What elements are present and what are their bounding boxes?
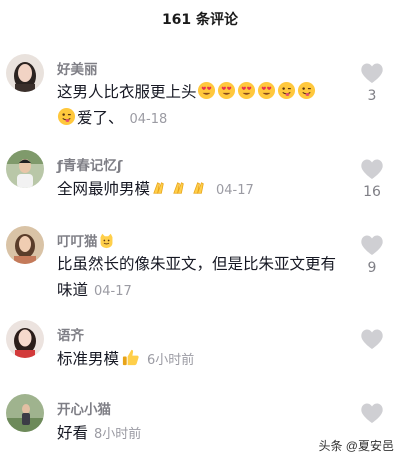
heart-eyes-emoji [217,81,236,100]
heart-icon [360,62,384,84]
comment-item: ƒ青春记忆ʃ 全网最帅男模 04-17 16 [0,148,400,212]
username-text: 叮叮猫 [57,234,98,250]
username[interactable]: 开心小猫 [57,398,111,418]
comment-item: 叮叮猫 比虽然长的像朱亚文，但是比朱亚文更有味道 04-17 9 [0,224,400,308]
wink-tongue-emoji [57,107,76,126]
heart-icon [360,158,384,180]
avatar[interactable] [6,320,44,358]
comments-count-title: 161 条评论 [161,12,239,28]
comment-text: 全网最帅男模 04-17 [57,176,347,204]
comment-date: 04-17 [216,183,254,198]
avatar[interactable] [6,150,44,188]
heart-icon [360,328,384,350]
clap-emoji [190,178,209,197]
like-button[interactable]: 16 [354,158,390,200]
avatar[interactable] [6,54,44,92]
like-button[interactable] [354,402,390,428]
comment-text: 比虽然长的像朱亚文，但是比朱亚文更有味道 04-17 [57,251,342,305]
username[interactable]: 语齐 [57,324,84,344]
heart-icon [360,402,384,424]
heart-eyes-emoji [257,81,276,100]
heart-icon [360,234,384,256]
username[interactable]: ƒ青春记忆ʃ [57,154,122,174]
cat-emoji [98,232,115,249]
comment-text: 标准男模 6小时前 [57,346,347,374]
comment-body: 这男人比衣服更上头 [57,83,197,101]
comment-date: 8小时前 [94,427,142,442]
like-count: 9 [367,260,377,276]
comment-body-continued: 爱了、 [77,109,124,127]
comment-body: 好看 [57,424,89,442]
clap-emoji [150,178,169,197]
wink-tongue-emoji [277,81,296,100]
avatar[interactable] [6,394,44,432]
comment-date: 04-17 [94,284,132,299]
avatar[interactable] [6,226,44,264]
comment-body: 标准男模 [57,350,120,368]
like-button[interactable] [354,328,390,354]
like-count: 16 [363,184,381,200]
thumbs-up-emoji [121,348,140,367]
username[interactable]: 好美丽 [57,58,98,78]
comment-date: 04-18 [129,112,168,127]
comments-header: 161 条评论 [0,0,400,38]
comment-body: 全网最帅男模 [57,180,151,198]
like-button[interactable]: 3 [354,62,390,104]
watermark: 头条 @夏安邑 [318,439,394,453]
wink-tongue-emoji [297,81,316,100]
comment-item: 好美丽 这男人比衣服更上头 爱了、 04-18 3 [0,52,400,136]
comment-text: 好看 8小时前 [57,420,347,448]
heart-eyes-emoji [197,81,216,100]
comment-item: 语齐 标准男模 6小时前 [0,318,400,382]
comment-text: 这男人比衣服更上头 爱了、 04-18 [57,79,347,133]
like-button[interactable]: 9 [354,234,390,276]
heart-eyes-emoji [237,81,256,100]
like-count: 3 [367,88,377,104]
clap-emoji [170,178,189,197]
comment-date: 6小时前 [147,353,195,368]
username[interactable]: 叮叮猫 [57,230,116,250]
